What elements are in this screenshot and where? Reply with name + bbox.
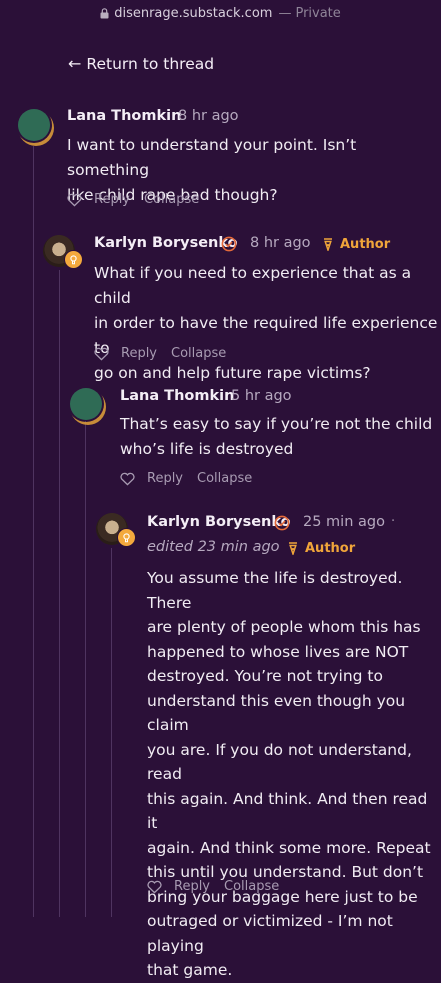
thread-line — [85, 421, 86, 917]
comment-time[interactable]: 5 hr ago — [231, 388, 292, 404]
thread-line — [111, 548, 112, 917]
pen-nib-icon — [324, 238, 332, 251]
comment-author[interactable]: Karlyn Borysenko — [94, 235, 238, 251]
heart-icon[interactable] — [147, 880, 162, 894]
comment-actions: Reply Collapse — [147, 879, 279, 894]
comment-line: What if you need to experience that as a… — [94, 264, 412, 307]
author-label: Author — [305, 541, 356, 556]
author-badge-icon — [117, 528, 136, 547]
thread-line — [59, 270, 60, 917]
comment-line: you are. If you do not understand, read — [147, 740, 412, 784]
url-domain: disenrage.substack.com — [114, 5, 273, 21]
collapse-button[interactable]: Collapse — [197, 471, 252, 486]
comment-body: What if you need to experience that as a… — [94, 261, 441, 386]
comment-line: understand this even though you claim — [147, 691, 406, 735]
comment-line: this again. And think. And then read it — [147, 789, 428, 833]
reply-button[interactable]: Reply — [94, 192, 130, 207]
address-bar[interactable]: disenrage.substack.com — Private — [0, 0, 441, 26]
reply-button[interactable]: Reply — [174, 879, 210, 894]
heart-icon[interactable] — [67, 193, 82, 207]
arrow-left-icon: ← — [68, 54, 82, 73]
verified-icon — [274, 515, 290, 531]
comment-line: are plenty of people whom this has — [147, 618, 421, 636]
comment-line: I want to understand your point. Isn’t s… — [67, 136, 357, 179]
reply-button[interactable]: Reply — [147, 471, 183, 486]
comment-line: destroyed. You’re not trying to — [147, 667, 383, 685]
comment-time[interactable]: 25 min ago — [303, 514, 385, 530]
comment-line: that game. — [147, 961, 233, 979]
comment-line: That’s easy to say if you’re not the chi… — [120, 415, 433, 433]
comment-line: happened to whose lives are NOT — [147, 642, 409, 661]
url-separator: — — [278, 5, 292, 21]
comment-actions: Reply Collapse — [67, 192, 199, 207]
thread-line — [33, 146, 34, 917]
avatar[interactable] — [70, 388, 102, 420]
collapse-button[interactable]: Collapse — [171, 346, 226, 361]
comment-line: who’s life is destroyed — [120, 440, 294, 458]
edited-time: edited 23 min ago — [147, 539, 280, 555]
comment-time[interactable]: 8 hr ago — [250, 235, 311, 251]
author-tag: Author — [322, 237, 390, 252]
heart-icon[interactable] — [94, 347, 109, 361]
author-tag: Author — [287, 541, 355, 556]
separator-dot: · — [391, 514, 396, 529]
comment-time[interactable]: 8 hr ago — [178, 108, 239, 124]
lock-icon — [100, 7, 109, 19]
comment-line: again. And think some more. Repeat — [147, 838, 431, 857]
reply-button[interactable]: Reply — [121, 346, 157, 361]
comment-actions: Reply Collapse — [120, 471, 252, 486]
verified-icon — [221, 236, 237, 252]
collapse-button[interactable]: Collapse — [224, 879, 279, 894]
avatar[interactable] — [18, 109, 50, 141]
comment-body: That’s easy to say if you’re not the chi… — [120, 412, 432, 462]
comment-line: go on and help future rape victims? — [94, 364, 371, 382]
private-label: Private — [295, 5, 341, 21]
return-to-thread-link[interactable]: ← Return to thread — [68, 54, 214, 73]
comment-body: You assume the life is destroyed. There … — [147, 566, 441, 983]
comment-actions: Reply Collapse — [94, 346, 226, 361]
comment-author[interactable]: Karlyn Borysenko — [147, 514, 291, 530]
author-label: Author — [340, 237, 391, 252]
return-label: Return to thread — [86, 54, 215, 73]
pen-nib-icon — [289, 542, 297, 555]
comment-line: You assume the life is destroyed. There — [147, 569, 403, 612]
collapse-button[interactable]: Collapse — [144, 192, 199, 207]
comment-author[interactable]: Lana Thomkin — [120, 388, 234, 404]
comment-author[interactable]: Lana Thomkin — [67, 108, 181, 124]
heart-icon[interactable] — [120, 472, 135, 486]
comment-line: outraged or victimized - I’m not playing — [147, 912, 393, 955]
author-badge-icon — [64, 250, 83, 269]
